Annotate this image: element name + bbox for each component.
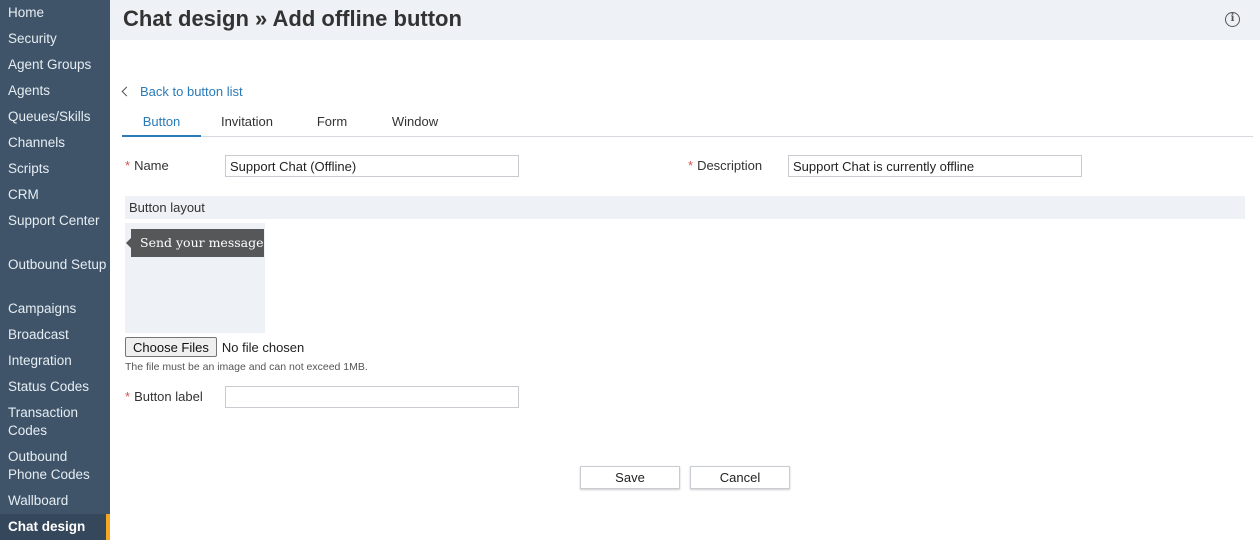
preview-text: Send your message [140,235,264,250]
tab-form[interactable]: Form [302,114,362,137]
file-hint: The file must be an image and can not ex… [125,361,368,373]
file-status: No file chosen [221,339,305,355]
button-label-input[interactable] [225,386,519,408]
sidebar-item-broadcast[interactable]: Broadcast [0,326,110,344]
required-marker: * [125,389,131,404]
sidebar: Home Security Agent Groups Agents Queues… [0,0,110,540]
back-link-label: Back to button list [140,84,243,99]
tab-invitation[interactable]: Invitation [207,114,287,137]
sidebar-item-agents[interactable]: Agents [0,82,110,100]
back-to-button-list-link[interactable]: Back to button list [120,84,243,99]
name-label: * Name [125,158,169,173]
sidebar-item-outbound-phone-codes[interactable]: Outbound Phone Codes [0,448,110,484]
sidebar-item-channels[interactable]: Channels [0,134,110,152]
file-upload-row: Choose Files No file chosen [125,337,304,357]
tab-button[interactable]: Button [122,114,201,137]
tab-window[interactable]: Window [382,114,448,137]
sidebar-item-transaction-codes[interactable]: Transaction Codes [0,404,110,440]
page-title: Chat design » Add offline button [123,6,462,31]
save-button[interactable]: Save [580,466,680,489]
description-input[interactable] [788,155,1082,177]
sidebar-item-wallboard[interactable]: Wallboard [0,492,110,510]
sidebar-item-integration[interactable]: Integration [0,352,110,370]
required-marker: * [125,158,131,173]
name-label-text: Name [134,158,169,173]
button-layout-section-header: Button layout [125,196,1245,219]
sidebar-item-crm[interactable]: CRM [0,186,110,204]
button-layout-title: Button layout [129,200,205,215]
description-label-text: Description [697,158,763,173]
page-header: Chat design » Add offline button i [110,0,1260,40]
sidebar-item-status-codes[interactable]: Status Codes [0,378,110,396]
sidebar-item-home[interactable]: Home [0,4,110,22]
sidebar-item-agent-groups[interactable]: Agent Groups [0,56,110,74]
offline-button-preview: Send your message [126,229,264,257]
button-preview: Send your message [125,223,265,333]
required-marker: * [688,158,694,173]
sidebar-item-support-center[interactable]: Support Center [0,212,110,230]
sidebar-item-scripts[interactable]: Scripts [0,160,110,178]
chevron-left-icon [121,86,132,97]
sidebar-item-queues-skills[interactable]: Queues/Skills [0,108,110,126]
cancel-button[interactable]: Cancel [690,466,790,489]
tab-bar: Button Invitation Form Window [122,110,1253,137]
description-label: * Description [688,158,762,173]
sidebar-item-security[interactable]: Security [0,30,110,48]
sidebar-item-chat-design[interactable]: Chat design [0,514,110,540]
name-input[interactable] [225,155,519,177]
app-root: Home Security Agent Groups Agents Queues… [0,0,1260,540]
info-icon[interactable]: i [1225,12,1240,27]
button-label-label: * Button label [125,389,203,404]
preview-arrow [126,238,131,248]
button-label-label-text: Button label [134,389,203,404]
sidebar-item-campaigns[interactable]: Campaigns [0,300,110,318]
choose-files-button[interactable]: Choose Files [125,337,217,357]
sidebar-item-outbound-setup[interactable]: Outbound Setup [0,256,110,274]
